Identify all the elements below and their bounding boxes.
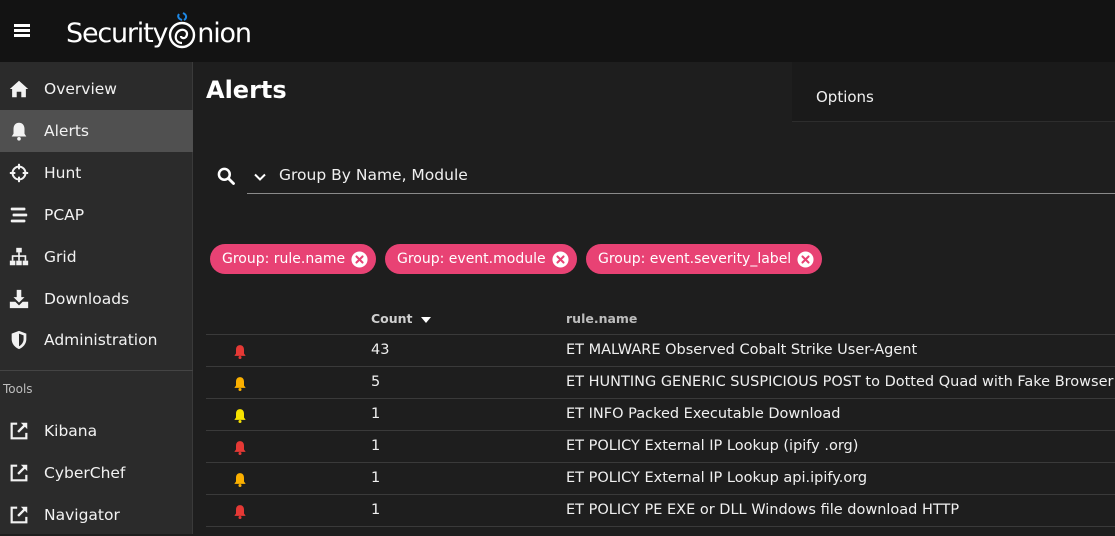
bell-icon[interactable] [232,439,248,456]
count-column-header[interactable]: Count [371,311,431,326]
chip-label: Group: event.module [397,251,546,267]
table-body: 43 ET MALWARE Observed Cobalt Strike User… [206,335,1115,527]
table-row[interactable]: 5 ET HUNTING GENERIC SUSPICIOUS POST to D… [206,367,1115,399]
logo-text: Security [66,18,168,49]
group-chip-rule-name[interactable]: Group: rule.name [210,244,377,274]
sidebar-item-cyberchef[interactable]: CyberChef [0,452,193,494]
sidebar-item-label: Alerts [44,122,89,140]
sidebar-item-label: Administration [44,331,158,349]
sitemap-icon [9,247,29,266]
count-cell: 1 [371,406,381,422]
count-cell: 1 [371,438,381,454]
sidebar-item-label: PCAP [44,206,85,224]
sidebar-item-pcap[interactable]: PCAP [0,194,193,236]
menu-icon[interactable] [12,20,32,40]
table-row[interactable]: 1 ET POLICY External IP Lookup api.ipify.… [206,463,1115,495]
group-chip-event-module[interactable]: Group: event.module [385,244,577,274]
count-cell: 1 [371,502,381,518]
tools-heading: Tools [3,382,33,396]
count-cell: 5 [371,374,381,390]
group-chip-event-severity-label[interactable]: Group: event.severity_label [586,244,823,274]
sidebar-item-downloads[interactable]: Downloads [0,278,193,320]
sidebar-item-label: CyberChef [44,464,126,482]
search-icon[interactable] [216,166,236,186]
sidebar-item-alerts[interactable]: Alerts [0,110,193,152]
options-panel[interactable]: Options [792,62,1115,122]
count-cell: 43 [371,342,390,358]
bell-icon[interactable] [232,343,248,360]
external-link-icon [10,506,28,524]
sidebar-item-label: Overview [44,80,117,98]
table-row[interactable]: 43 ET MALWARE Observed Cobalt Strike User… [206,335,1115,367]
bell-icon[interactable] [232,407,248,424]
sidebar-item-overview[interactable]: Overview [0,68,193,110]
close-circle-icon[interactable] [351,250,368,268]
alerts-table: Count rule.name 43 ET MALWARE Observed Co… [206,298,1115,527]
header-label: Count [371,311,413,326]
bell-icon [11,122,27,141]
external-link-icon [10,464,28,482]
external-link-icon [10,422,28,440]
table-header: Count rule.name [206,298,1115,335]
table-row[interactable]: 1 ET POLICY PE EXE or DLL Windows file do… [206,495,1115,527]
sidebar-item-label: Kibana [44,422,98,440]
divider [0,370,193,371]
count-cell: 1 [371,470,381,486]
query-select[interactable]: Group By Name, Module [247,156,1115,194]
options-toggle[interactable]: Options [816,88,874,106]
rule-column-header[interactable]: rule.name [566,311,637,326]
close-circle-icon[interactable] [552,250,569,268]
rule-name-cell[interactable]: ET POLICY PE EXE or DLL Windows file dow… [566,502,959,518]
table-row[interactable]: 1 ET INFO Packed Executable Download [206,399,1115,431]
stream-icon [10,207,28,223]
logo-text-suffix: nion [197,18,252,49]
shield-icon [11,330,27,350]
rule-name-cell[interactable]: ET POLICY External IP Lookup api.ipify.o… [566,470,867,486]
sidebar-item-label: Hunt [44,164,82,182]
bell-icon[interactable] [232,503,248,520]
sidebar-item-grid[interactable]: Grid [0,236,193,278]
sidebar-item-navigator[interactable]: Navigator [0,494,193,536]
rule-name-cell[interactable]: ET INFO Packed Executable Download [566,406,840,422]
main-content: Alerts Options Group By Name, Module Gro… [194,62,1115,534]
page-title: Alerts [206,76,287,104]
sidebar: Overview Alerts Hunt PCAP Grid Downloads… [0,62,193,534]
rule-name-cell[interactable]: ET HUNTING GENERIC SUSPICIOUS POST to Do… [566,374,1115,390]
query-value: Group By Name, Module [279,166,468,184]
logo[interactable]: Security nion [66,9,252,51]
chevron-down-icon[interactable] [253,170,267,184]
chip-label: Group: event.severity_label [598,251,792,267]
rule-name-cell[interactable]: ET MALWARE Observed Cobalt Strike User-A… [566,342,917,358]
rule-name-cell[interactable]: ET POLICY External IP Lookup (ipify .org… [566,438,858,454]
table-row[interactable]: 1 ET POLICY External IP Lookup (ipify .or… [206,431,1115,463]
sidebar-item-label: Navigator [44,506,120,524]
crosshairs-icon [9,163,29,183]
sort-down-icon[interactable] [420,316,431,324]
sidebar-item-kibana[interactable]: Kibana [0,410,193,452]
top-bar: Security nion [0,0,1115,62]
download-icon [9,289,29,309]
sidebar-item-label: Grid [44,248,77,266]
sidebar-item-administration[interactable]: Administration [0,319,193,361]
onion-logo-icon [169,12,196,49]
bell-icon[interactable] [232,375,248,392]
sidebar-item-label: Downloads [44,290,130,308]
chip-label: Group: rule.name [222,251,346,267]
bell-icon[interactable] [232,471,248,488]
close-circle-icon[interactable] [797,250,814,268]
sidebar-item-hunt[interactable]: Hunt [0,152,193,194]
home-icon [9,80,29,98]
